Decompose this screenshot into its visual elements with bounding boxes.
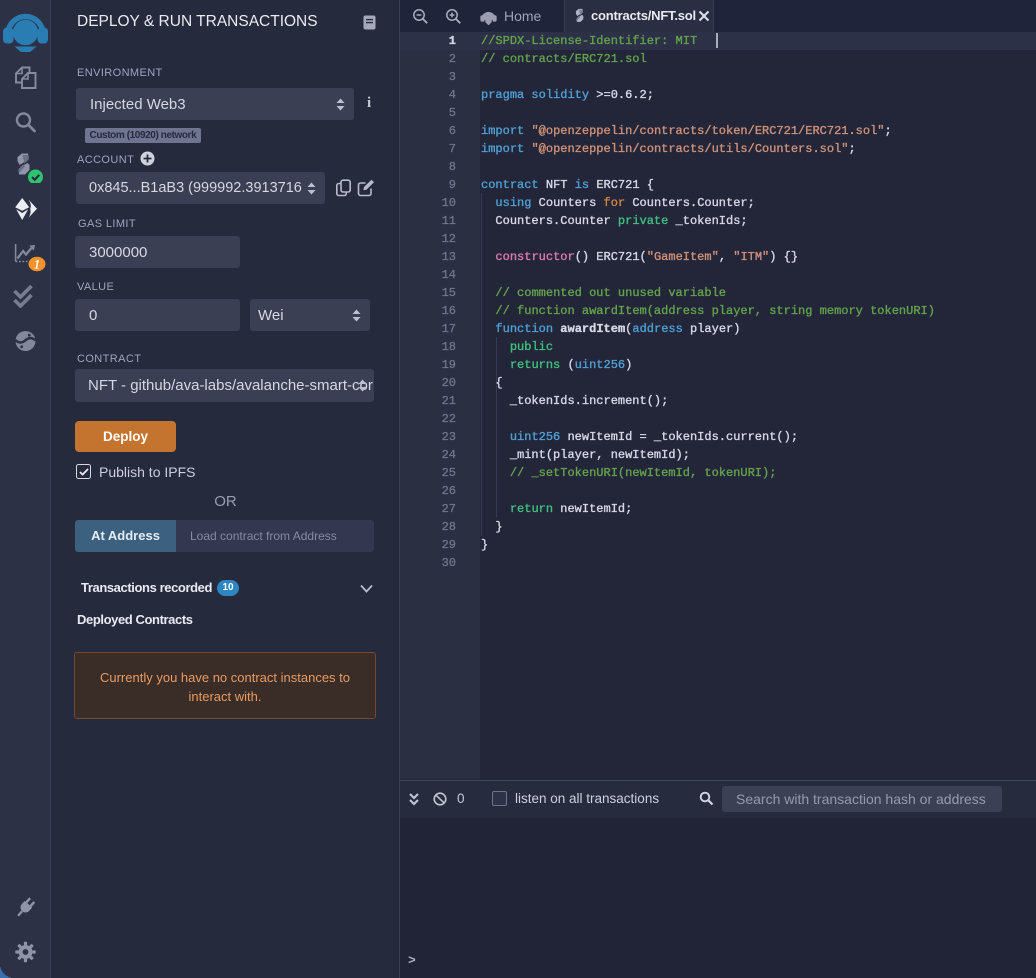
svg-text:1: 1: [34, 258, 40, 272]
